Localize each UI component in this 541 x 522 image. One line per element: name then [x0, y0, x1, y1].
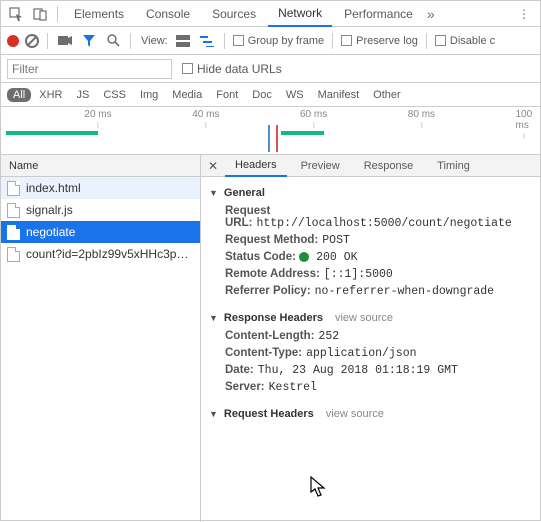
column-header-name[interactable]: Name — [1, 155, 200, 177]
device-icon[interactable] — [29, 3, 51, 25]
clear-button[interactable] — [25, 34, 39, 48]
request-row[interactable]: signalr.js — [1, 199, 200, 221]
request-detail: ✕ Headers Preview Response Timing ▼Gener… — [201, 155, 540, 522]
tab-headers[interactable]: Headers — [225, 155, 287, 177]
view-waterfall-icon[interactable] — [198, 32, 216, 50]
hide-data-urls-checkbox[interactable]: Hide data URLs — [182, 62, 282, 76]
file-icon — [7, 203, 20, 218]
filter-row: Hide data URLs — [1, 55, 540, 83]
group-by-frame-checkbox[interactable]: Group by frame — [233, 35, 324, 47]
view-label: View: — [141, 35, 168, 47]
filter-icon[interactable] — [80, 32, 98, 50]
filter-ws[interactable]: WS — [280, 88, 310, 102]
file-icon — [7, 181, 20, 196]
request-row[interactable]: negotiate — [1, 221, 200, 243]
close-icon[interactable]: ✕ — [205, 158, 221, 174]
section-general[interactable]: ▼General — [209, 183, 532, 203]
response-header: Server:Kestrel — [209, 379, 532, 396]
disable-label: Disable c — [450, 35, 495, 47]
view-source-link[interactable]: view source — [326, 408, 384, 420]
file-icon — [7, 225, 20, 240]
filter-font[interactable]: Font — [210, 88, 244, 102]
request-method: Request Method:POST — [209, 232, 532, 249]
requests-list: Name index.html signalr.js negotiate cou… — [1, 155, 201, 522]
tab-sources[interactable]: Sources — [202, 1, 266, 27]
filter-manifest[interactable]: Manifest — [312, 88, 366, 102]
referrer-policy: Referrer Policy:no-referrer-when-downgra… — [209, 283, 532, 300]
tab-console[interactable]: Console — [136, 1, 200, 27]
remote-address: Remote Address:[::1]:5000 — [209, 266, 532, 283]
disable-cache-checkbox[interactable]: Disable c — [435, 35, 495, 47]
response-header: Date:Thu, 23 Aug 2018 01:18:19 GMT — [209, 362, 532, 379]
tab-response[interactable]: Response — [354, 155, 424, 177]
network-toolbar: View: Group by frame Preserve log Disabl… — [1, 27, 540, 55]
triangle-down-icon: ▼ — [209, 188, 218, 198]
tab-timing[interactable]: Timing — [427, 155, 480, 177]
section-request-headers[interactable]: ▼Request Headersview source — [209, 404, 532, 424]
devtools-top-tabs: Elements Console Sources Network Perform… — [1, 1, 540, 27]
view-large-icon[interactable] — [174, 32, 192, 50]
view-source-link[interactable]: view source — [335, 312, 393, 324]
group-label: Group by frame — [248, 35, 324, 47]
request-row[interactable]: index.html — [1, 177, 200, 199]
more-tabs-icon[interactable]: » — [427, 6, 435, 22]
tab-elements[interactable]: Elements — [64, 1, 134, 27]
filter-media[interactable]: Media — [166, 88, 208, 102]
filter-other[interactable]: Other — [367, 88, 407, 102]
record-button[interactable] — [7, 35, 19, 47]
search-icon[interactable] — [104, 32, 122, 50]
response-header: Content-Type:application/json — [209, 345, 532, 362]
menu-dots-icon[interactable]: ⋮ — [512, 7, 536, 21]
tab-preview[interactable]: Preview — [291, 155, 350, 177]
filter-img[interactable]: Img — [134, 88, 164, 102]
filter-input[interactable] — [7, 59, 172, 79]
request-url: Request URL:http://localhost:5000/count/… — [209, 203, 532, 232]
preserve-label: Preserve log — [356, 35, 418, 47]
tab-network[interactable]: Network — [268, 1, 332, 27]
filter-js[interactable]: JS — [70, 88, 95, 102]
camera-icon[interactable] — [56, 32, 74, 50]
headers-panel: ▼General Request URL:http://localhost:50… — [201, 177, 540, 522]
request-row[interactable]: count?id=2pbIz99v5xHHc3p37… — [1, 243, 200, 265]
timeline-overview[interactable]: 20 ms 40 ms 60 ms 80 ms 100 ms — [1, 107, 540, 155]
filter-all[interactable]: All — [7, 88, 31, 102]
status-dot-icon — [299, 252, 309, 262]
file-icon — [7, 247, 20, 262]
status-code: Status Code: 200 OK — [209, 249, 532, 266]
detail-tabs: ✕ Headers Preview Response Timing — [201, 155, 540, 177]
response-header: Content-Length:252 — [209, 328, 532, 345]
triangle-down-icon: ▼ — [209, 313, 218, 323]
section-response-headers[interactable]: ▼Response Headersview source — [209, 308, 532, 328]
preserve-log-checkbox[interactable]: Preserve log — [341, 35, 418, 47]
inspect-icon[interactable] — [5, 3, 27, 25]
filter-xhr[interactable]: XHR — [33, 88, 68, 102]
tab-performance[interactable]: Performance — [334, 1, 423, 27]
filter-css[interactable]: CSS — [97, 88, 132, 102]
type-filters: All XHR JS CSS Img Media Font Doc WS Man… — [1, 83, 540, 107]
filter-doc[interactable]: Doc — [246, 88, 278, 102]
triangle-down-icon: ▼ — [209, 409, 218, 419]
